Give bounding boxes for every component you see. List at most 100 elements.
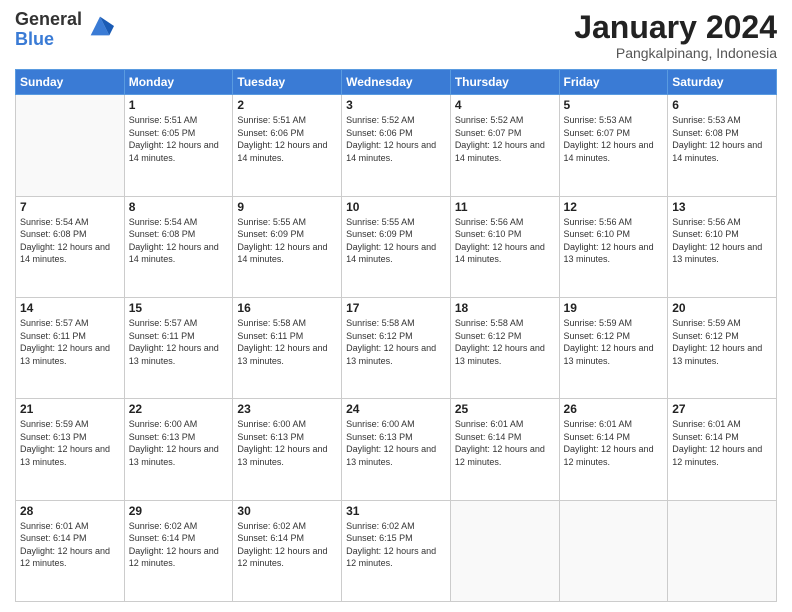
day-number: 26 xyxy=(564,402,664,416)
day-number: 6 xyxy=(672,98,772,112)
day-number: 15 xyxy=(129,301,229,315)
day-info: Sunrise: 6:02 AMSunset: 6:14 PMDaylight:… xyxy=(129,520,229,570)
day-number: 16 xyxy=(237,301,337,315)
calendar-cell xyxy=(450,500,559,601)
logo-general: General xyxy=(15,10,82,30)
calendar-cell: 11 Sunrise: 5:56 AMSunset: 6:10 PMDayligh… xyxy=(450,196,559,297)
header: General Blue January 2024 Pangkalpinang,… xyxy=(15,10,777,61)
logo: General Blue xyxy=(15,10,114,50)
logo-blue: Blue xyxy=(15,30,82,50)
calendar-cell: 3Sunrise: 5:52 AMSunset: 6:06 PMDaylight… xyxy=(342,95,451,196)
day-number: 12 xyxy=(564,200,664,214)
calendar-header-tuesday: Tuesday xyxy=(233,70,342,95)
calendar-cell: 12 Sunrise: 5:56 AMSunset: 6:10 PMDayligh… xyxy=(559,196,668,297)
day-info: Sunrise: 6:01 AMSunset: 6:14 PMDaylight:… xyxy=(672,418,772,468)
day-number: 22 xyxy=(129,402,229,416)
day-info: Sunrise: 5:58 AMSunset: 6:12 PMDaylight:… xyxy=(346,317,446,367)
day-number: 9 xyxy=(237,200,337,214)
calendar-header-saturday: Saturday xyxy=(668,70,777,95)
calendar-cell: 17 Sunrise: 5:58 AMSunset: 6:12 PMDayligh… xyxy=(342,297,451,398)
calendar-cell xyxy=(16,95,125,196)
calendar-cell: 5 Sunrise: 5:53 AMSunset: 6:07 PMDaylight… xyxy=(559,95,668,196)
day-info: Sunrise: 6:00 AMSunset: 6:13 PMDaylight:… xyxy=(346,418,446,468)
day-number: 2 xyxy=(237,98,337,112)
day-number: 11 xyxy=(455,200,555,214)
day-number: 28 xyxy=(20,504,120,518)
calendar-cell: 31 Sunrise: 6:02 AMSunset: 6:15 PMDayligh… xyxy=(342,500,451,601)
day-number: 29 xyxy=(129,504,229,518)
day-info: Sunrise: 6:00 AMSunset: 6:13 PMDaylight:… xyxy=(129,418,229,468)
calendar: SundayMondayTuesdayWednesdayThursdayFrid… xyxy=(15,69,777,602)
day-info: Sunrise: 5:59 AMSunset: 6:12 PMDaylight:… xyxy=(672,317,772,367)
day-number: 17 xyxy=(346,301,446,315)
day-number: 10 xyxy=(346,200,446,214)
day-number: 8 xyxy=(129,200,229,214)
day-number: 20 xyxy=(672,301,772,315)
calendar-cell: 4 Sunrise: 5:52 AMSunset: 6:07 PMDaylight… xyxy=(450,95,559,196)
calendar-cell: 13Sunrise: 5:56 AMSunset: 6:10 PMDayligh… xyxy=(668,196,777,297)
calendar-cell: 19Sunrise: 5:59 AMSunset: 6:12 PMDayligh… xyxy=(559,297,668,398)
calendar-cell: 1Sunrise: 5:51 AMSunset: 6:05 PMDaylight… xyxy=(124,95,233,196)
day-info: Sunrise: 5:51 AMSunset: 6:05 PMDaylight:… xyxy=(129,114,229,164)
calendar-cell: 14 Sunrise: 5:57 AMSunset: 6:11 PMDayligh… xyxy=(16,297,125,398)
day-info: Sunrise: 6:02 AMSunset: 6:14 PMDaylight:… xyxy=(237,520,337,570)
day-info: Sunrise: 5:56 AMSunset: 6:10 PMDaylight:… xyxy=(564,216,664,266)
calendar-cell: 26Sunrise: 6:01 AMSunset: 6:14 PMDayligh… xyxy=(559,399,668,500)
calendar-cell: 16 Sunrise: 5:58 AMSunset: 6:11 PMDayligh… xyxy=(233,297,342,398)
day-number: 7 xyxy=(20,200,120,214)
calendar-cell: 10Sunrise: 5:55 AMSunset: 6:09 PMDayligh… xyxy=(342,196,451,297)
day-info: Sunrise: 5:52 AMSunset: 6:07 PMDaylight:… xyxy=(455,114,555,164)
day-info: Sunrise: 5:59 AMSunset: 6:13 PMDaylight:… xyxy=(20,418,120,468)
logo-icon xyxy=(86,12,114,40)
day-number: 14 xyxy=(20,301,120,315)
calendar-week-1: 1Sunrise: 5:51 AMSunset: 6:05 PMDaylight… xyxy=(16,95,777,196)
calendar-header-sunday: Sunday xyxy=(16,70,125,95)
day-info: Sunrise: 5:59 AMSunset: 6:12 PMDaylight:… xyxy=(564,317,664,367)
calendar-cell: 18Sunrise: 5:58 AMSunset: 6:12 PMDayligh… xyxy=(450,297,559,398)
day-info: Sunrise: 5:55 AMSunset: 6:09 PMDaylight:… xyxy=(237,216,337,266)
day-number: 5 xyxy=(564,98,664,112)
main-title: January 2024 xyxy=(574,10,777,45)
page: General Blue January 2024 Pangkalpinang,… xyxy=(0,0,792,612)
day-info: Sunrise: 6:01 AMSunset: 6:14 PMDaylight:… xyxy=(455,418,555,468)
day-info: Sunrise: 5:52 AMSunset: 6:06 PMDaylight:… xyxy=(346,114,446,164)
calendar-header-monday: Monday xyxy=(124,70,233,95)
day-info: Sunrise: 5:53 AMSunset: 6:08 PMDaylight:… xyxy=(672,114,772,164)
calendar-header-wednesday: Wednesday xyxy=(342,70,451,95)
day-info: Sunrise: 5:56 AMSunset: 6:10 PMDaylight:… xyxy=(455,216,555,266)
calendar-cell: 6 Sunrise: 5:53 AMSunset: 6:08 PMDaylight… xyxy=(668,95,777,196)
day-info: Sunrise: 5:57 AMSunset: 6:11 PMDaylight:… xyxy=(20,317,120,367)
day-info: Sunrise: 5:58 AMSunset: 6:11 PMDaylight:… xyxy=(237,317,337,367)
calendar-week-2: 7 Sunrise: 5:54 AMSunset: 6:08 PMDaylight… xyxy=(16,196,777,297)
calendar-header-row: SundayMondayTuesdayWednesdayThursdayFrid… xyxy=(16,70,777,95)
calendar-cell: 28 Sunrise: 6:01 AMSunset: 6:14 PMDayligh… xyxy=(16,500,125,601)
day-number: 23 xyxy=(237,402,337,416)
day-info: Sunrise: 5:51 AMSunset: 6:06 PMDaylight:… xyxy=(237,114,337,164)
day-number: 13 xyxy=(672,200,772,214)
calendar-cell: 29 Sunrise: 6:02 AMSunset: 6:14 PMDayligh… xyxy=(124,500,233,601)
calendar-cell: 2 Sunrise: 5:51 AMSunset: 6:06 PMDaylight… xyxy=(233,95,342,196)
day-number: 31 xyxy=(346,504,446,518)
calendar-cell xyxy=(668,500,777,601)
calendar-cell: 23Sunrise: 6:00 AMSunset: 6:13 PMDayligh… xyxy=(233,399,342,500)
calendar-cell: 7 Sunrise: 5:54 AMSunset: 6:08 PMDaylight… xyxy=(16,196,125,297)
calendar-cell: 9 Sunrise: 5:55 AMSunset: 6:09 PMDaylight… xyxy=(233,196,342,297)
logo-text: General Blue xyxy=(15,10,82,50)
calendar-cell: 21Sunrise: 5:59 AMSunset: 6:13 PMDayligh… xyxy=(16,399,125,500)
day-info: Sunrise: 5:53 AMSunset: 6:07 PMDaylight:… xyxy=(564,114,664,164)
calendar-cell: 15 Sunrise: 5:57 AMSunset: 6:11 PMDayligh… xyxy=(124,297,233,398)
day-info: Sunrise: 6:01 AMSunset: 6:14 PMDaylight:… xyxy=(20,520,120,570)
day-info: Sunrise: 5:57 AMSunset: 6:11 PMDaylight:… xyxy=(129,317,229,367)
calendar-cell: 8 Sunrise: 5:54 AMSunset: 6:08 PMDaylight… xyxy=(124,196,233,297)
calendar-header-friday: Friday xyxy=(559,70,668,95)
calendar-week-5: 28 Sunrise: 6:01 AMSunset: 6:14 PMDayligh… xyxy=(16,500,777,601)
day-number: 30 xyxy=(237,504,337,518)
day-number: 4 xyxy=(455,98,555,112)
day-info: Sunrise: 6:02 AMSunset: 6:15 PMDaylight:… xyxy=(346,520,446,570)
day-number: 18 xyxy=(455,301,555,315)
day-number: 25 xyxy=(455,402,555,416)
calendar-cell: 30 Sunrise: 6:02 AMSunset: 6:14 PMDayligh… xyxy=(233,500,342,601)
day-info: Sunrise: 5:54 AMSunset: 6:08 PMDaylight:… xyxy=(129,216,229,266)
day-info: Sunrise: 5:54 AMSunset: 6:08 PMDaylight:… xyxy=(20,216,120,266)
calendar-cell: 25 Sunrise: 6:01 AMSunset: 6:14 PMDayligh… xyxy=(450,399,559,500)
